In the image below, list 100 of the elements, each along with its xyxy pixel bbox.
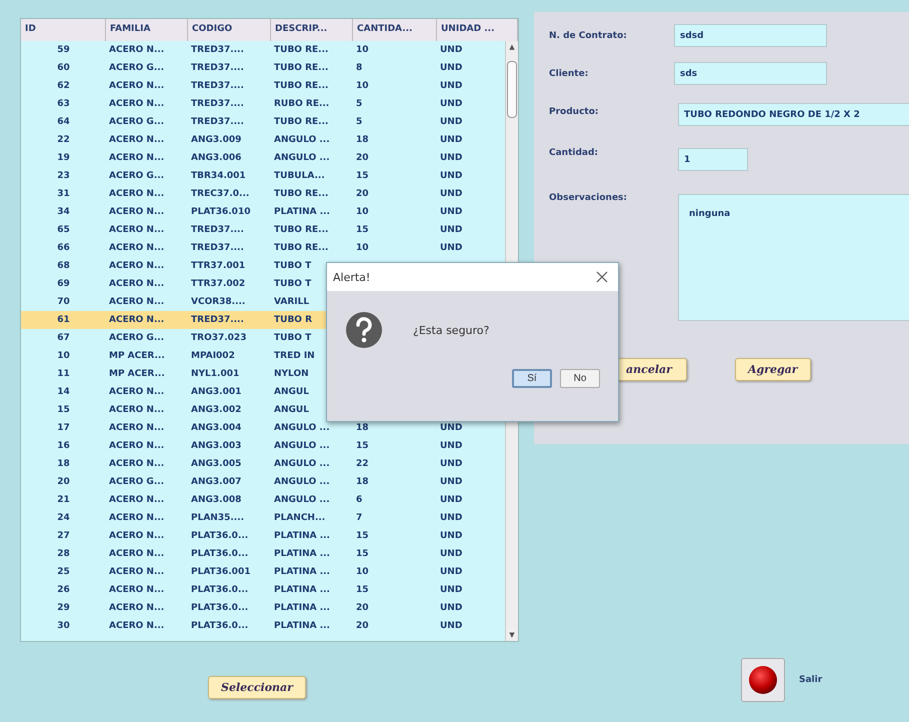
table-cell: ACERO N...: [109, 387, 164, 397]
input-field[interactable]: 1: [678, 148, 748, 171]
table-cell: 10: [356, 207, 369, 217]
table-row[interactable]: 64 ACERO G... TRED37.... TUBO RE... 5 UND: [21, 113, 505, 131]
table-cell: ACERO N...: [109, 225, 164, 235]
dialog-button[interactable]: No: [560, 369, 600, 388]
table-cell: 31: [57, 189, 70, 199]
table-cell: PLAT36.0...: [191, 585, 248, 595]
table-cell: UND: [440, 135, 462, 145]
column-header[interactable]: DESCRIP...: [271, 19, 353, 41]
table-cell: TUBULA...: [274, 171, 325, 181]
table-cell: ACERO N...: [109, 45, 164, 55]
table-cell: PLATINA ...: [274, 207, 330, 217]
table-row[interactable]: 24 ACERO N... PLAN35.... PLANCH... 7 UND: [21, 509, 505, 527]
input-field[interactable]: sds: [674, 62, 827, 85]
table-cell: 15: [356, 225, 369, 235]
table-row[interactable]: 62 ACERO N... TRED37.... TUBO RE... 10 UND: [21, 77, 505, 95]
table-cell: TRED37....: [191, 225, 244, 235]
table-cell: 65: [57, 225, 70, 235]
table-cell: ACERO N...: [109, 531, 164, 541]
input-field[interactable]: TUBO REDONDO NEGRO DE 1/2 X 2: [678, 103, 909, 126]
select-button[interactable]: Seleccionar: [208, 676, 306, 699]
table-cell: 6: [356, 495, 362, 505]
exit-button[interactable]: [741, 658, 785, 702]
table-row[interactable]: 60 ACERO G... TRED37.... TUBO RE... 8 UND: [21, 59, 505, 77]
table-cell: ACERO N...: [109, 315, 164, 325]
table-cell: MP ACER...: [109, 369, 165, 379]
table-cell: UND: [440, 243, 462, 253]
table-cell: 18: [57, 459, 70, 469]
table-cell: TRED37....: [191, 117, 244, 127]
table-row[interactable]: 18 ACERO N... ANG3.005 ANGULO ... 22 UND: [21, 455, 505, 473]
table-cell: PLANCH...: [274, 513, 326, 523]
table-row[interactable]: 21 ACERO N... ANG3.008 ANGULO ... 6 UND: [21, 491, 505, 509]
table-cell: ACERO N...: [109, 585, 164, 595]
table-cell: 8: [356, 63, 362, 73]
table-row[interactable]: 26 ACERO N... PLAT36.0... PLATINA ... 15 UND: [21, 581, 505, 599]
table-cell: PLATINA ...: [274, 567, 330, 577]
table-cell: 26: [57, 585, 70, 595]
table-row[interactable]: 19 ACERO N... ANG3.006 ANGULO ... 20 UND: [21, 149, 505, 167]
table-row[interactable]: 16 ACERO N... ANG3.003 ANGULO ... 15 UND: [21, 437, 505, 455]
table-cell: UND: [440, 567, 462, 577]
table-cell: TUBO RE...: [274, 63, 328, 73]
table-row[interactable]: 20 ACERO G... ANG3.007 ANGULO ... 18 UND: [21, 473, 505, 491]
table-cell: 61: [57, 315, 70, 325]
input-field[interactable]: sdsd: [674, 24, 827, 47]
close-icon[interactable]: [596, 271, 608, 283]
table-row[interactable]: 17 ACERO N... ANG3.004 ANGULO ... 18 UND: [21, 419, 505, 437]
table-cell: UND: [440, 81, 462, 91]
dialog-button[interactable]: Sí: [512, 369, 552, 388]
table-cell: 19: [57, 153, 70, 163]
table-row[interactable]: 66 ACERO N... TRED37.... TUBO RE... 10 UND: [21, 239, 505, 257]
table-row[interactable]: 29 ACERO N... PLAT36.0... PLATINA ... 20 UND: [21, 599, 505, 617]
table-row[interactable]: 22 ACERO N... ANG3.009 ANGULO ... 18 UND: [21, 131, 505, 149]
table-row[interactable]: 23 ACERO G... TBR34.001 TUBULA... 15 UND: [21, 167, 505, 185]
table-cell: 18: [356, 423, 369, 433]
table-cell: UND: [440, 459, 462, 469]
table-cell: PLATINA ...: [274, 603, 330, 613]
table-cell: ACERO N...: [109, 495, 164, 505]
table-row[interactable]: 27 ACERO N... PLAT36.0... PLATINA ... 15 UND: [21, 527, 505, 545]
table-cell: 20: [356, 603, 369, 613]
table-row[interactable]: 25 ACERO N... PLAT36.001 PLATINA ... 10 UND: [21, 563, 505, 581]
table-cell: 17: [57, 423, 70, 433]
table-cell: ACERO G...: [109, 171, 164, 181]
table-cell: UND: [440, 99, 462, 109]
table-row[interactable]: 59 ACERO N... TRED37.... TUBO RE... 10 UND: [21, 41, 505, 59]
table-cell: PLAT36.001: [191, 567, 250, 577]
table-cell: UND: [440, 495, 462, 505]
table-row[interactable]: 31 ACERO N... TREC37.0... TUBO RE... 20 UND: [21, 185, 505, 203]
table-cell: TRED IN: [274, 351, 315, 361]
column-header[interactable]: FAMILIA: [106, 19, 188, 41]
table-cell: 7: [356, 513, 362, 523]
table-cell: ANG3.007: [191, 477, 242, 487]
field-label: N. de Contrato:: [549, 30, 628, 41]
form-button[interactable]: Agregar: [734, 358, 811, 381]
input-field[interactable]: ninguna: [678, 194, 909, 321]
table-cell: 24: [57, 513, 70, 523]
table-cell: ANG3.002: [191, 405, 242, 415]
table-cell: UND: [440, 117, 462, 127]
table-cell: TRED37....: [191, 45, 244, 55]
table-cell: NYLON: [274, 369, 309, 379]
table-cell: UND: [440, 189, 462, 199]
column-header[interactable]: CANTIDA...: [353, 19, 437, 41]
scrollbar-thumb[interactable]: [507, 61, 517, 118]
table-cell: UND: [440, 423, 462, 433]
table-cell: PLATINA ...: [274, 549, 330, 559]
table-cell: 30: [57, 621, 70, 631]
table-cell: 64: [57, 117, 70, 127]
table-cell: 69: [57, 279, 70, 289]
column-header[interactable]: ID: [21, 19, 106, 41]
table-cell: 59: [57, 45, 70, 55]
table-cell: 63: [57, 99, 70, 109]
table-row[interactable]: 34 ACERO N... PLAT36.010 PLATINA ... 10 UND: [21, 203, 505, 221]
column-header[interactable]: CODIGO: [188, 19, 271, 41]
table-cell: TRED37....: [191, 315, 244, 325]
table-row[interactable]: 28 ACERO N... PLAT36.0... PLATINA ... 15 UND: [21, 545, 505, 563]
table-row[interactable]: 30 ACERO N... PLAT36.0... PLATINA ... 20 UND: [21, 617, 505, 635]
table-cell: ANGULO ...: [274, 459, 330, 469]
table-row[interactable]: 65 ACERO N... TRED37.... TUBO RE... 15 UND: [21, 221, 505, 239]
table-cell: UND: [440, 63, 462, 73]
table-row[interactable]: 63 ACERO N... TRED37.... RUBO RE... 5 UND: [21, 95, 505, 113]
